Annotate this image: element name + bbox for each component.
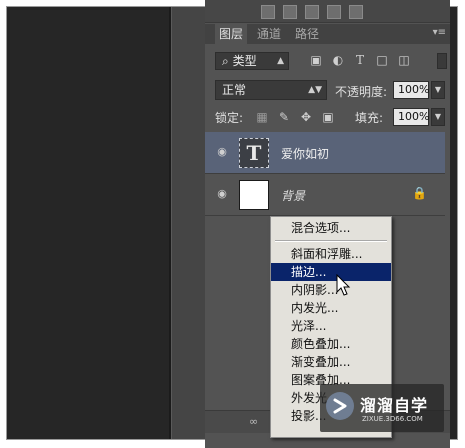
layer-row-background[interactable]: ◉ 背景 🔒 <box>205 174 445 216</box>
opacity-dropdown-arrow[interactable]: ▼ <box>431 81 445 99</box>
menu-item-stroke[interactable]: 描边... <box>271 263 391 281</box>
blend-mode-dropdown[interactable]: 正常 ▲▼ <box>215 80 327 100</box>
filter-adjustment-icon[interactable]: ◐ <box>331 53 345 67</box>
lock-icon: 🔒 <box>412 186 427 200</box>
panel-icon-5[interactable] <box>349 5 363 19</box>
updown-arrow-icon: ▲▼ <box>308 85 322 95</box>
fill-field[interactable]: 100% <box>393 108 429 126</box>
panel-menu-icon[interactable]: ▾≡ <box>433 27 446 38</box>
lock-label: 锁定: <box>215 111 244 125</box>
top-icon-strip <box>205 0 450 23</box>
lock-row: 锁定: ▦ ✎ ✥ ▣ 填充: 100% ▼ <box>205 108 450 128</box>
watermark-logo-icon <box>326 392 354 420</box>
panel-tabs: 图层 通道 路径 ▾≡ <box>205 24 450 44</box>
eye-icon[interactable]: ◉ <box>215 146 229 158</box>
fill-label: 填充: <box>355 111 384 125</box>
watermark-subtitle: ZIXUE.3D66.COM <box>362 415 423 423</box>
tab-channels[interactable]: 通道 <box>253 24 285 44</box>
text-layer-thumbnail: T <box>239 138 269 168</box>
filter-kind-dropdown[interactable]: ⌕ 类型 ▲ <box>215 52 289 70</box>
menu-item-bevel-emboss[interactable]: 斜面和浮雕... <box>271 245 391 263</box>
panel-icon-4[interactable] <box>327 5 341 19</box>
filter-kind-label: 类型 <box>232 54 257 68</box>
menu-item-gradient-overlay[interactable]: 渐变叠加... <box>271 353 391 371</box>
opacity-field[interactable]: 100% <box>393 81 429 99</box>
menu-item-blending-options[interactable]: 混合选项... <box>271 219 391 237</box>
layer-name[interactable]: 爱你如初 <box>281 145 329 162</box>
panel-icon-3[interactable] <box>305 5 319 19</box>
background-layer-thumbnail <box>239 180 269 210</box>
search-icon: ⌕ <box>222 54 229 68</box>
tab-paths[interactable]: 路径 <box>291 24 323 44</box>
panel-icon-2[interactable] <box>283 5 297 19</box>
lock-move-icon[interactable]: ✥ <box>299 110 313 124</box>
blend-mode-value: 正常 <box>222 83 247 97</box>
layer-row-text[interactable]: ◉ T 爱你如初 <box>205 132 445 174</box>
lock-all-icon[interactable]: ▣ <box>321 110 335 124</box>
lock-transparent-icon[interactable]: ▦ <box>255 110 269 124</box>
watermark-title: 溜溜自学 <box>360 396 429 415</box>
panel-icon-1[interactable] <box>261 5 275 19</box>
opacity-label: 不透明度: <box>335 85 388 99</box>
filter-row: ⌕ 类型 ▲ ▣ ◐ T □ ◫ <box>205 50 450 72</box>
link-layers-icon[interactable]: ∞ <box>249 415 258 428</box>
filter-smartobject-icon[interactable]: ◫ <box>397 53 411 67</box>
menu-item-satin[interactable]: 光泽... <box>271 317 391 335</box>
filter-shape-icon[interactable]: □ <box>375 53 389 67</box>
eye-icon[interactable]: ◉ <box>215 188 229 200</box>
filter-toggle-switch[interactable] <box>437 53 447 69</box>
updown-arrow-icon: ▲ <box>277 56 284 66</box>
menu-item-inner-glow[interactable]: 内发光... <box>271 299 391 317</box>
fill-dropdown-arrow[interactable]: ▼ <box>431 108 445 126</box>
watermark: 溜溜自学 ZIXUE.3D66.COM <box>320 384 444 432</box>
blend-row: 正常 ▲▼ 不透明度: 100% ▼ <box>205 80 450 102</box>
lock-paint-brush-icon[interactable]: ✎ <box>277 110 291 124</box>
document-canvas-area <box>7 7 169 439</box>
layer-name[interactable]: 背景 <box>281 187 305 204</box>
tab-layers[interactable]: 图层 <box>215 24 248 44</box>
menu-separator <box>275 240 387 242</box>
mouse-cursor-icon <box>336 274 351 296</box>
filter-type-icon[interactable]: T <box>353 53 367 67</box>
filter-pixel-icon[interactable]: ▣ <box>309 53 323 67</box>
menu-item-inner-shadow[interactable]: 内阴影... <box>271 281 391 299</box>
menu-item-color-overlay[interactable]: 颜色叠加... <box>271 335 391 353</box>
